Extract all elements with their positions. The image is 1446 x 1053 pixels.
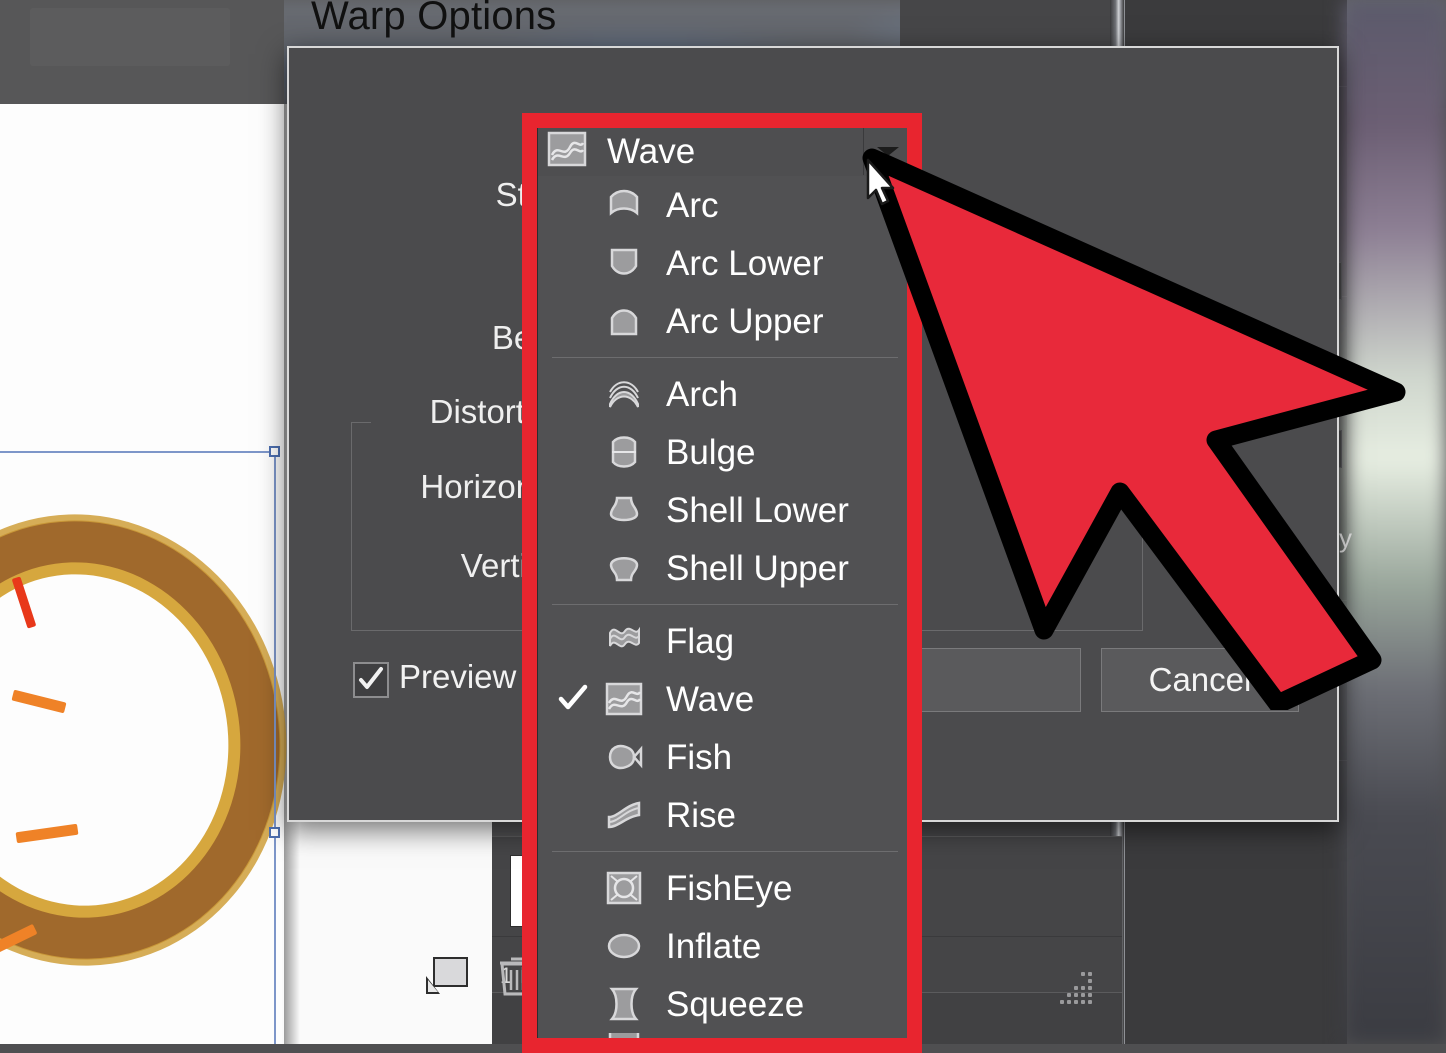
preview-checkbox[interactable]: [353, 662, 389, 698]
menu-item-label: Wave: [666, 679, 755, 719]
annotation-arrow-cursor: [848, 140, 1408, 714]
menu-item-label: Arc Upper: [666, 301, 824, 341]
menu-item-squeeze[interactable]: Squeeze: [538, 975, 912, 1033]
shell-lower-icon: [604, 490, 644, 530]
artwork-kiwi-clock[interactable]: [0, 487, 316, 993]
menu-separator: [552, 851, 898, 852]
new-layer-icon[interactable]: [424, 956, 470, 996]
menu-item-inflate[interactable]: Inflate: [538, 917, 912, 975]
arc-upper-icon: [604, 301, 644, 341]
menu-item-label: Arch: [666, 374, 738, 414]
style-selected-value: Wave: [607, 131, 696, 171]
menu-separator: [552, 604, 898, 605]
bulge-icon: [604, 432, 644, 472]
preview-label: Preview: [399, 658, 517, 695]
menu-item-label: Bulge: [666, 432, 756, 472]
kiwi-edge-ring: [0, 487, 316, 993]
system-cursor: [866, 158, 900, 210]
arc-lower-icon: [604, 243, 644, 283]
shell-upper-icon: [604, 548, 644, 588]
twist-icon: [604, 1033, 644, 1044]
arch-icon: [604, 374, 644, 414]
selection-handle[interactable]: [269, 827, 280, 838]
check-icon: [558, 684, 588, 710]
menu-item-rise[interactable]: Rise: [538, 786, 912, 844]
dialog-title: Warp Options: [311, 0, 557, 38]
menu-item-label: Rise: [666, 795, 737, 835]
fisheye-icon: [604, 868, 644, 908]
resize-grip[interactable]: [1060, 972, 1096, 1006]
inflate-icon: [604, 926, 644, 966]
wave-icon: [604, 679, 644, 719]
menu-separator: [552, 357, 898, 358]
menu-item-label: Flag: [666, 621, 735, 661]
check-icon: [359, 667, 383, 689]
rise-icon: [604, 795, 644, 835]
menu-item-label: FishEye: [666, 868, 793, 908]
menu-item-label: Arc Lower: [666, 243, 824, 283]
menu-item-label: Fish: [666, 737, 733, 777]
squeeze-icon: [604, 984, 644, 1024]
app-menu-bar: [0, 0, 284, 107]
menu-item-label: Shell Upper: [666, 548, 849, 588]
selection-edge-top: [0, 451, 280, 453]
fish-icon: [604, 737, 644, 777]
selection-handle[interactable]: [269, 446, 280, 457]
flag-icon: [604, 621, 644, 661]
menu-item-label: Squeeze: [666, 984, 805, 1024]
wave-icon: [547, 129, 587, 174]
selection-edge-right: [274, 451, 276, 1044]
menu-item-label: Inflate: [666, 926, 762, 966]
menu-item-label: Arc: [666, 185, 719, 225]
trash-icon[interactable]: [498, 952, 536, 998]
menu-item-partial[interactable]: [538, 1033, 912, 1044]
arc-icon: [604, 185, 644, 225]
menu-item-label: Shell Lower: [666, 490, 849, 530]
menu-item-fish[interactable]: Fish: [538, 728, 912, 786]
menu-item-fisheye[interactable]: FishEye: [538, 859, 912, 917]
